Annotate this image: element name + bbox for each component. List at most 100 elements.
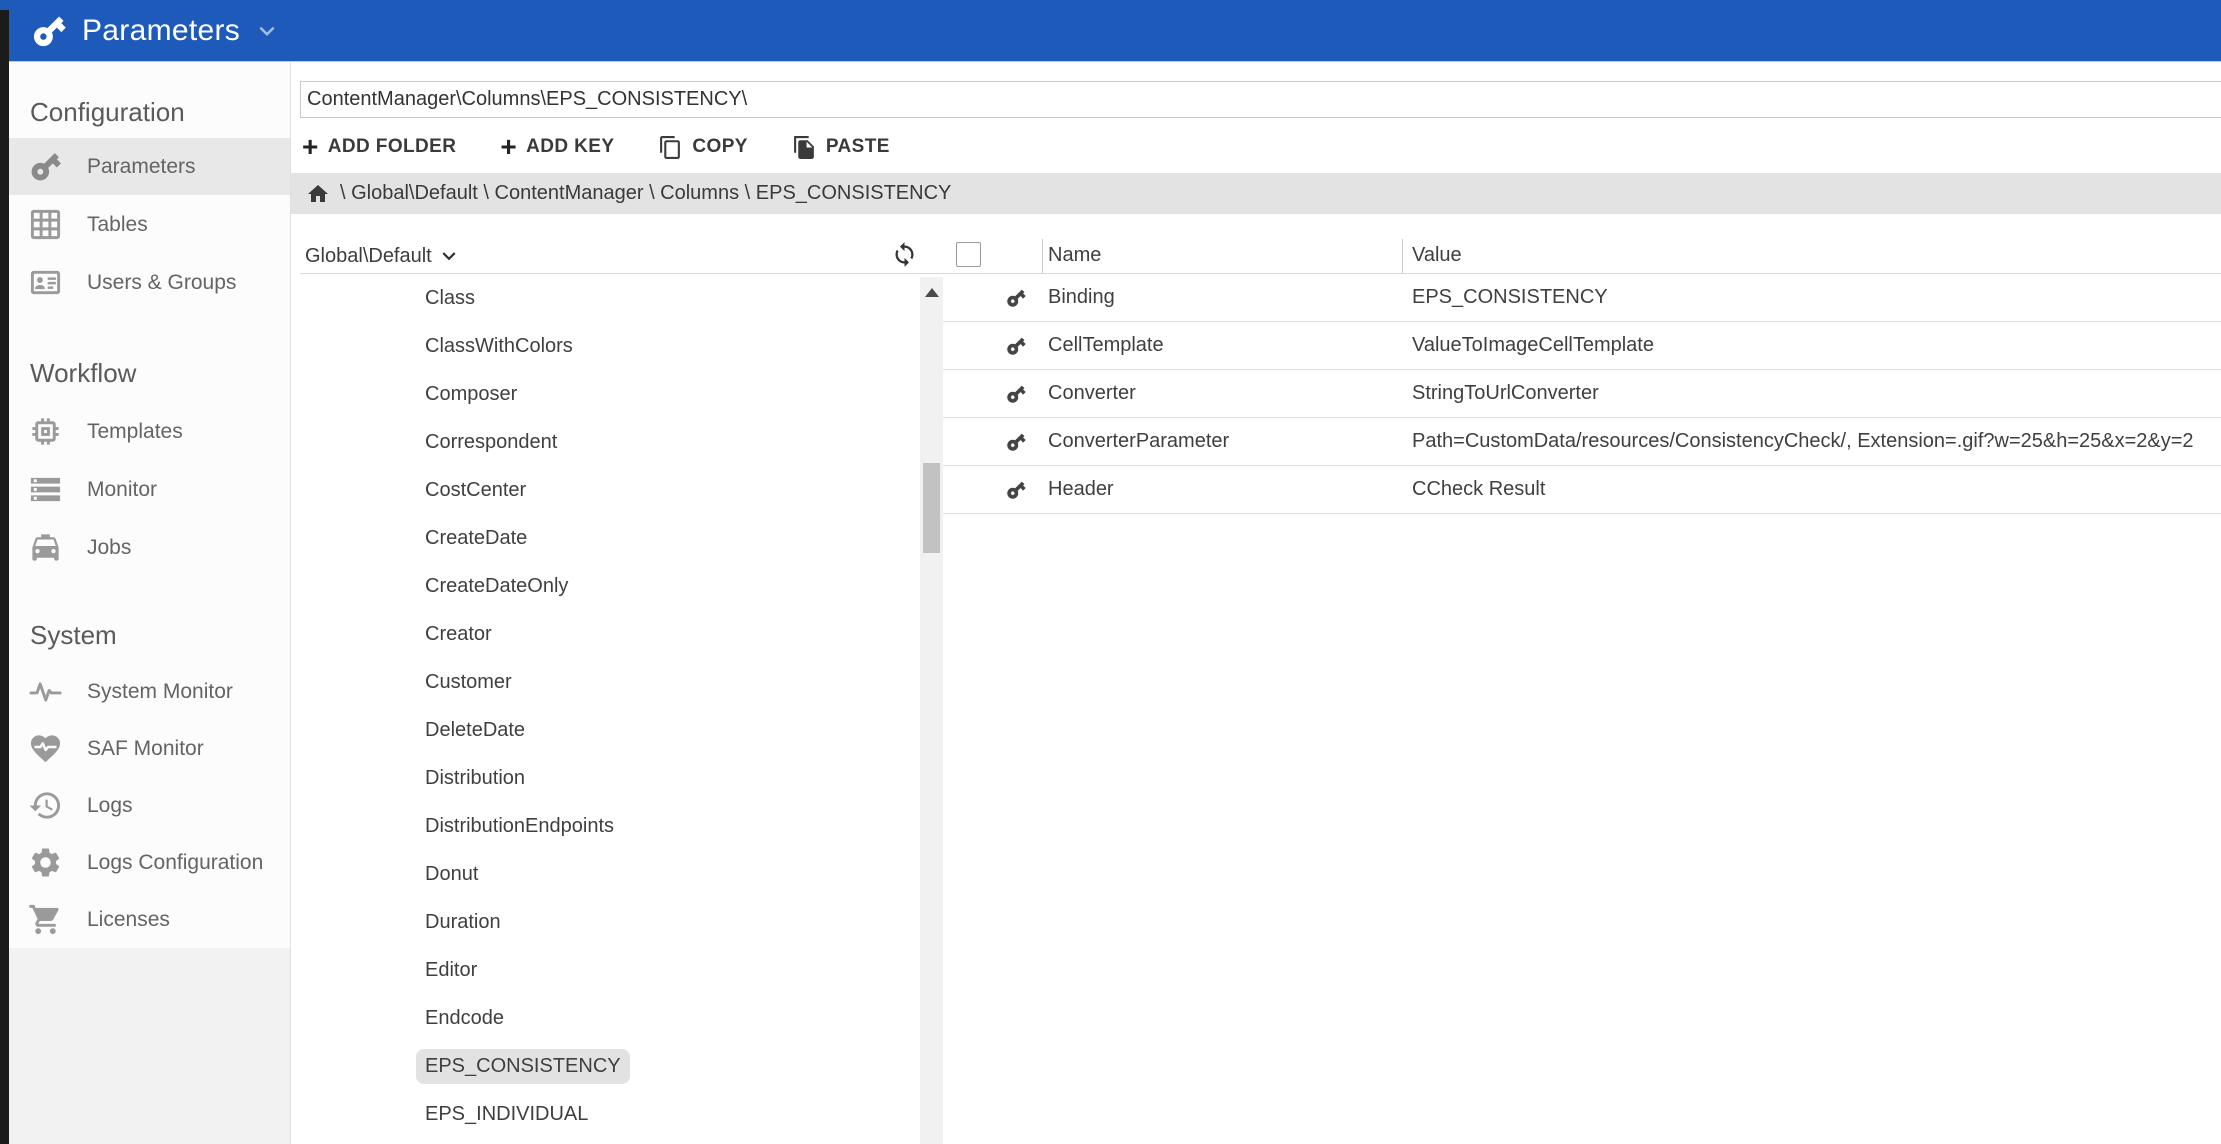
sidebar-heading-configuration: Configuration [30,90,185,134]
copy-button[interactable]: COPY [658,135,747,160]
sidebar: Configuration Parameters Tables Users & … [9,62,291,1144]
path-input[interactable] [300,81,2221,118]
sidebar-item-label: Templates [87,420,183,444]
scrollbar-up-button[interactable] [920,281,943,303]
column-divider [1402,239,1403,273]
key-icon [1000,378,1031,409]
refresh-button[interactable] [891,241,921,271]
taxi-icon [28,530,63,565]
table-row[interactable]: Binding EPS_CONSISTENCY [943,274,2221,322]
app-title-menu[interactable]: Parameters [0,12,282,50]
tree-item[interactable]: Editor [300,946,920,994]
server-stack-icon [28,472,63,507]
add-folder-label: ADD FOLDER [328,136,457,158]
key-icon [1000,426,1031,457]
tree-item[interactable]: Correspondent [300,418,920,466]
toolbar: + ADD FOLDER + ADD KEY COPY PASTE [302,129,890,165]
param-name: Header [1048,466,1114,513]
column-header-name: Name [1048,239,1101,271]
breadcrumb: \ Global\Default \ ContentManager \ Colu… [290,173,2221,214]
tree-item[interactable]: DistributionEndpoints [300,802,920,850]
sidebar-item-jobs[interactable]: Jobs [9,519,290,576]
param-name: ConverterParameter [1048,418,1229,465]
sidebar-item-label: Logs Configuration [87,851,263,875]
tree-item[interactable]: EPS_INDIVIDUAL [300,1090,920,1138]
paste-icon [792,135,817,160]
sidebar-item-label: Logs [87,794,133,818]
param-name: Binding [1048,274,1115,321]
sidebar-item-label: SAF Monitor [87,737,204,761]
sidebar-item-parameters[interactable]: Parameters [9,138,290,195]
pulse-icon [28,674,63,709]
sidebar-item-label: Monitor [87,478,157,502]
select-all-checkbox[interactable] [956,242,981,267]
breadcrumb-path[interactable]: \ Global\Default \ ContentManager \ Colu… [340,182,951,205]
tree-scrollbar[interactable] [920,277,943,1144]
paste-button[interactable]: PASTE [792,135,890,160]
id-card-icon [28,265,63,300]
key-icon [21,142,70,191]
param-value: StringToUrlConverter [1412,370,2221,417]
sidebar-item-licenses[interactable]: Licenses [9,891,290,948]
paste-label: PASTE [826,136,890,158]
tree-item[interactable]: CreateDateOnly [300,562,920,610]
tree-item-selected[interactable]: EPS_CONSISTENCY [300,1042,920,1090]
home-icon[interactable] [306,182,330,206]
app-title: Parameters [82,14,240,48]
tree-item[interactable]: Creator [300,610,920,658]
table-row[interactable]: CellTemplate ValueToImageCellTemplate [943,322,2221,370]
sidebar-item-saf-monitor[interactable]: SAF Monitor [9,720,290,777]
cart-icon [28,902,63,937]
add-key-label: ADD KEY [526,136,614,158]
heart-pulse-icon [28,731,63,766]
add-folder-button[interactable]: + ADD FOLDER [302,136,456,158]
refresh-icon [891,241,918,268]
tree-item[interactable]: Class [300,274,920,322]
column-header-value: Value [1412,239,1462,271]
key-icon [1000,330,1031,361]
param-value: CCheck Result [1412,466,2221,513]
tree-item[interactable]: Donut [300,850,920,898]
tree-list: Class ClassWithColors Composer Correspon… [300,274,920,1144]
sidebar-item-users-groups[interactable]: Users & Groups [9,254,290,311]
tree-scope-selector[interactable]: Global\Default [305,240,462,272]
param-value: Path=CustomData/resources/ConsistencyChe… [1412,418,2221,465]
sidebar-item-monitor[interactable]: Monitor [9,461,290,518]
tree-item[interactable]: ClassWithColors [300,322,920,370]
tree-item[interactable]: DeleteDate [300,706,920,754]
tree-item[interactable]: Distribution [300,754,920,802]
param-name: Converter [1048,370,1136,417]
sidebar-item-label: Parameters [87,155,196,179]
sidebar-item-label: System Monitor [87,680,233,704]
gear-icon [28,845,63,880]
sidebar-item-tables[interactable]: Tables [9,196,290,253]
sidebar-item-logs-configuration[interactable]: Logs Configuration [9,834,290,891]
parameters-table: Binding EPS_CONSISTENCY CellTemplate Val… [943,274,2221,514]
tree-item[interactable]: Customer [300,658,920,706]
sidebar-item-templates[interactable]: Templates [9,403,290,460]
tree-item[interactable]: Composer [300,370,920,418]
table-row[interactable]: ConverterParameter Path=CustomData/resou… [943,418,2221,466]
tree-scope-label: Global\Default [305,245,432,268]
table-row[interactable]: Header CCheck Result [943,466,2221,514]
param-value: EPS_CONSISTENCY [1412,274,2221,321]
scrollbar-thumb[interactable] [923,463,940,553]
sidebar-item-system-monitor[interactable]: System Monitor [9,663,290,720]
copy-icon [658,135,683,160]
chip-icon [28,414,63,449]
tree-item[interactable]: CostCenter [300,466,920,514]
tree-item[interactable]: CreateDate [300,514,920,562]
top-bar: Parameters [0,0,2221,62]
tree-item[interactable]: Endcode [300,994,920,1042]
key-icon [22,4,76,58]
sidebar-item-logs[interactable]: Logs [9,777,290,834]
history-icon [28,788,63,823]
tree-item[interactable]: Duration [300,898,920,946]
add-key-button[interactable]: + ADD KEY [500,136,614,158]
sidebar-item-label: Tables [87,213,148,237]
table-row[interactable]: Converter StringToUrlConverter [943,370,2221,418]
table-grid-icon [28,207,63,242]
key-icon [1000,474,1031,505]
chevron-down-icon[interactable] [252,16,282,46]
sidebar-item-label: Licenses [87,908,170,932]
